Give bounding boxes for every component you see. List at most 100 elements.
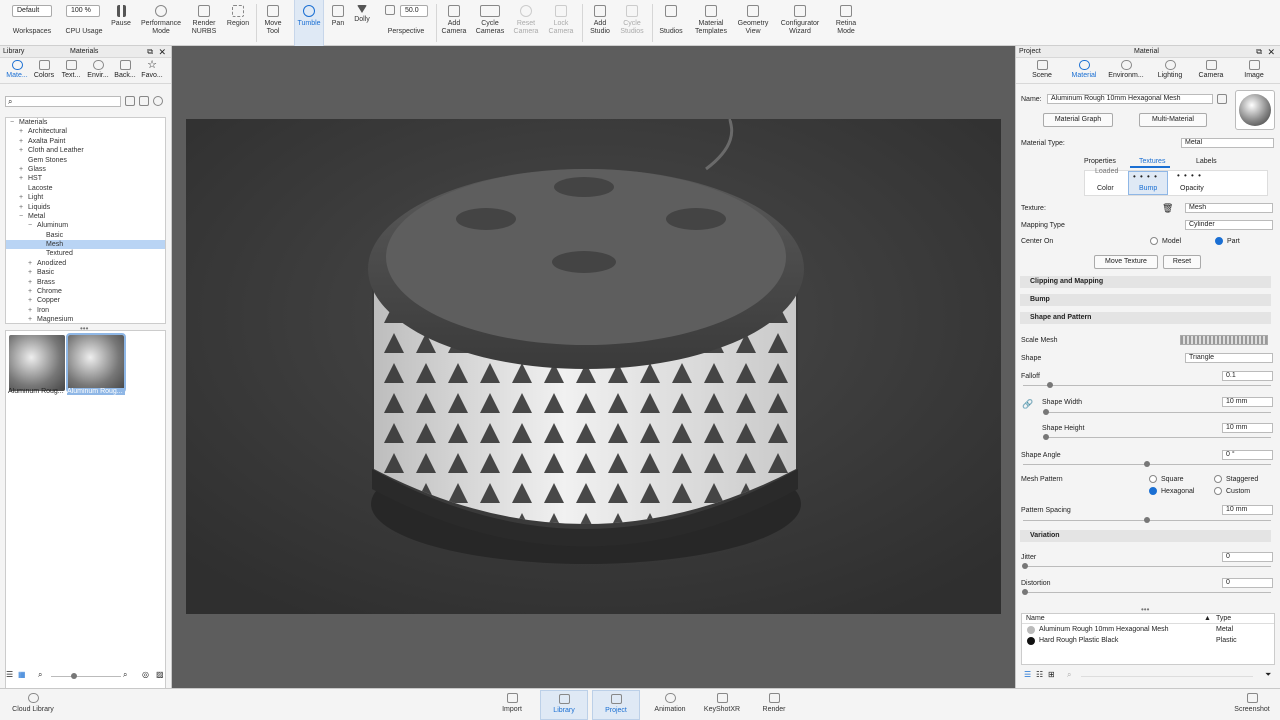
shape-width-input[interactable]: 10 mm (1222, 397, 1273, 407)
tree-toggle-icon[interactable]: − (28, 221, 37, 230)
add-camera-button[interactable]: Add Camera (440, 0, 468, 46)
distortion-input[interactable]: 0 (1222, 578, 1273, 588)
tree-item[interactable]: + Axalta Paint (6, 137, 165, 146)
tree-item[interactable]: − Metal (6, 212, 165, 221)
tree-item[interactable]: + Light (6, 193, 165, 202)
tree-item[interactable]: Mesh (6, 240, 165, 250)
configurator-wizard-button[interactable]: Configurator Wizard (776, 0, 824, 46)
list-view-icon[interactable]: ☰ (6, 670, 13, 679)
list-view-icon[interactable]: ☰ (1024, 670, 1031, 679)
subtab-properties[interactable]: Properties (1084, 158, 1116, 165)
tab-image[interactable]: Image (1240, 60, 1268, 80)
tree-item[interactable]: + Iron (6, 306, 165, 315)
zoom-in-icon[interactable]: ⌕ (123, 670, 127, 680)
tree-item[interactable]: + Cloth and Leather (6, 146, 165, 155)
sort-icon[interactable]: ▲ (1204, 615, 1211, 622)
grid-view-icon[interactable]: ▦ (18, 670, 26, 679)
undock-icon[interactable]: ⧉ (1256, 46, 1262, 58)
move-tool-button[interactable]: Move Tool (260, 0, 286, 46)
tree-item[interactable]: + HST (6, 174, 165, 183)
tree-toggle-icon[interactable]: + (28, 315, 37, 323)
pattern-square-radio[interactable] (1149, 475, 1157, 483)
tree-toggle-icon[interactable]: + (28, 278, 37, 287)
render-button[interactable]: Render (756, 690, 792, 720)
section-clipping-and-mapping[interactable]: Clipping and Mapping (1020, 276, 1271, 288)
add-studio-button[interactable]: Add Studio (586, 0, 614, 46)
material-thumbnail[interactable] (9, 335, 65, 391)
tree-item[interactable]: − Aluminum (6, 221, 165, 230)
tree-toggle-icon[interactable]: + (28, 296, 37, 305)
library-search-input[interactable]: ⌕ (5, 96, 121, 107)
project-button[interactable]: Project (592, 690, 640, 720)
tree-toggle-icon[interactable]: − (10, 118, 19, 127)
tree-item[interactable]: Gem Stones (6, 156, 165, 165)
slot-bump-selected[interactable]: • • • • Bump (1128, 171, 1168, 195)
import-button[interactable]: Import (494, 690, 530, 720)
pattern-custom-radio[interactable] (1214, 487, 1222, 495)
subtab-labels[interactable]: Labels (1196, 158, 1217, 165)
tree-item[interactable]: + Brass (6, 278, 165, 287)
studios-button[interactable]: Studios (656, 0, 686, 46)
mapping-type-select[interactable]: Cylinder (1185, 220, 1273, 230)
tree-item[interactable]: + Liquids (6, 203, 165, 212)
tab-scene[interactable]: Scene (1028, 60, 1056, 80)
tree-toggle-icon[interactable]: + (28, 306, 37, 315)
filter-icon[interactable]: ⏷ (1265, 670, 1271, 680)
scale-mesh-pattern[interactable] (1180, 335, 1268, 345)
slot-opacity[interactable]: Opacity (1180, 185, 1204, 192)
reset-camera-button[interactable]: Reset Camera (512, 0, 540, 46)
falloff-knob[interactable] (1047, 382, 1053, 388)
shape-height-knob[interactable] (1043, 434, 1049, 440)
tree-view-icon[interactable]: ⊞ (1048, 670, 1055, 679)
material-thumbnail-selected[interactable] (66, 333, 126, 393)
falloff-slider[interactable] (1023, 385, 1271, 386)
import-folder-icon[interactable] (139, 96, 149, 106)
jitter-input[interactable]: 0 (1222, 552, 1273, 562)
tree-item[interactable]: + Magnesium (6, 315, 165, 323)
thumbnail-size-slider[interactable] (51, 676, 121, 677)
material-list-row[interactable]: Aluminum Rough 10mm Hexagonal Mesh Metal (1022, 624, 1274, 635)
add-folder-icon[interactable] (125, 96, 135, 106)
col-type[interactable]: Type (1216, 615, 1231, 622)
tree-item[interactable]: Textured (6, 249, 165, 258)
performance-mode-button[interactable]: Performance Mode (138, 0, 184, 46)
detail-view-icon[interactable]: ☷ (1036, 670, 1043, 679)
tab-textures[interactable]: Text... (58, 60, 84, 80)
region-button[interactable]: Region (224, 0, 252, 46)
library-button[interactable]: Library (540, 690, 588, 720)
multi-material-button[interactable]: Multi-Material (1139, 113, 1207, 127)
pause-button[interactable]: Pause (108, 0, 134, 46)
shape-angle-input[interactable]: 0 ° (1222, 450, 1273, 460)
cycle-studios-button[interactable]: Cycle Studios (618, 0, 646, 46)
search-icon[interactable]: ⌕ (1067, 670, 1071, 680)
tree-item[interactable]: − Materials (6, 118, 165, 127)
tab-colors[interactable]: Colors (31, 60, 57, 80)
tab-materials[interactable]: Mate... (4, 60, 30, 80)
geometry-view-button[interactable]: Geometry View (736, 0, 770, 46)
pattern-hexagonal-radio[interactable] (1149, 487, 1157, 495)
tree-item[interactable]: Lacoste (6, 184, 165, 193)
thumbnail-size-knob[interactable] (71, 673, 77, 679)
shape-width-knob[interactable] (1043, 409, 1049, 415)
shape-select[interactable]: Triangle (1185, 353, 1273, 363)
distortion-slider[interactable] (1023, 592, 1271, 593)
cycle-cameras-button[interactable]: Cycle Cameras (472, 0, 508, 46)
lock-camera-button[interactable]: Lock Camera (546, 0, 576, 46)
tree-item[interactable]: + Anodized (6, 259, 165, 268)
tab-favorites[interactable]: ☆ Favo... (139, 60, 165, 80)
trash-icon[interactable]: 🗑 (1162, 203, 1173, 214)
shape-height-slider[interactable] (1044, 437, 1271, 438)
tree-toggle-icon[interactable]: + (19, 203, 28, 212)
subtab-textures[interactable]: Textures (1139, 158, 1165, 165)
material-name-input[interactable]: Aluminum Rough 10mm Hexagonal Mesh (1047, 94, 1213, 104)
pattern-spacing-input[interactable]: 10 mm (1222, 505, 1273, 515)
reset-button[interactable]: Reset (1163, 255, 1201, 269)
jitter-slider[interactable] (1023, 566, 1271, 567)
tree-item[interactable]: + Glass (6, 165, 165, 174)
refresh-icon[interactable] (153, 96, 163, 106)
tree-toggle-icon[interactable]: + (28, 268, 37, 277)
move-texture-button[interactable]: Move Texture (1094, 255, 1158, 269)
tree-toggle-icon[interactable]: + (19, 165, 28, 174)
undock-icon[interactable]: ⧉ (147, 46, 153, 58)
material-preview[interactable] (1235, 90, 1275, 130)
